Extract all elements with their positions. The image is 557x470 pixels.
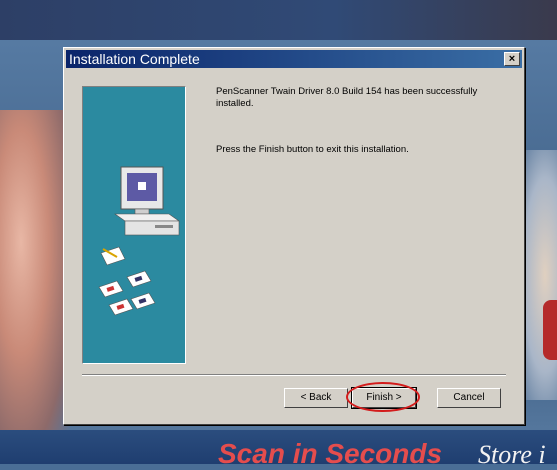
installed-message: PenScanner Twain Driver 8.0 Build 154 ha… xyxy=(216,86,478,109)
background-hand-art xyxy=(0,110,70,440)
background-slogan-red: Scan in Seconds xyxy=(218,438,443,469)
close-icon[interactable]: × xyxy=(504,52,520,66)
dialog-title: Installation Complete xyxy=(69,51,200,67)
background-red-accent xyxy=(543,300,557,360)
computer-icon xyxy=(98,166,180,316)
finish-instruction: Press the Finish button to exit this ins… xyxy=(216,144,409,155)
finish-highlight-circle xyxy=(346,382,420,412)
floppy-disks-icon xyxy=(98,270,156,316)
background-banner-top xyxy=(0,0,557,40)
background-slogan-white: Store i xyxy=(478,440,546,469)
dialog-titlebar[interactable]: Installation Complete × xyxy=(66,50,522,68)
installer-art-panel xyxy=(82,86,186,364)
cancel-button[interactable]: Cancel xyxy=(437,388,501,408)
back-button[interactable]: < Back xyxy=(284,388,348,408)
installation-dialog: Installation Complete × PenScanner Twain… xyxy=(63,47,525,425)
button-separator xyxy=(82,374,506,376)
